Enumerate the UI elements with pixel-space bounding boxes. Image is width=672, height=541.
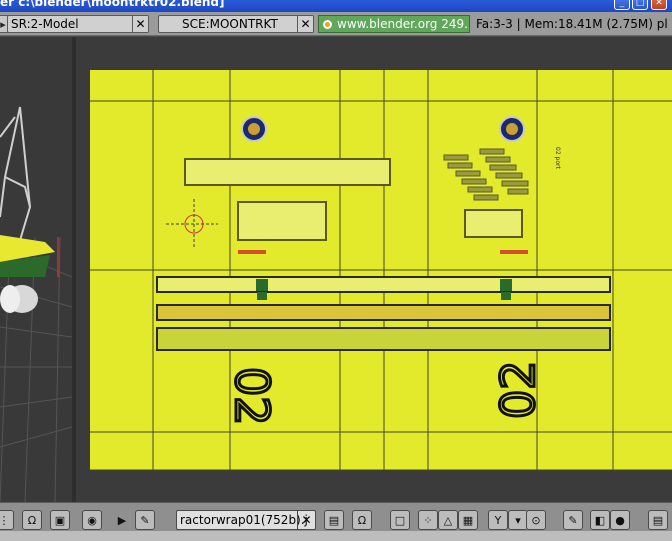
screen-field[interactable]: SR:2-Model ✕ [7, 15, 149, 33]
scene-delete-icon[interactable]: ✕ [297, 16, 313, 32]
window-title: er c:\blender\moontrktr02.blend] [0, 0, 225, 9]
maximize-button[interactable]: □ [632, 0, 648, 10]
hull-number-right: 02 [491, 360, 545, 419]
face-select-icon[interactable]: ▦ [458, 510, 478, 530]
options-icon[interactable]: ▤ [648, 510, 668, 530]
scene-stats: Fa:3-3 | Mem:18.41M (2.75M) pl [476, 17, 668, 31]
side-note: 02 port [554, 147, 561, 169]
uv-texture-canvas: 02 port 02 02 [90, 70, 672, 471]
ctrl-magnet-icon[interactable]: Ω [352, 510, 372, 530]
minimize-button[interactable]: _ [614, 0, 630, 10]
y-icon[interactable]: Y [488, 510, 508, 530]
triangle-icon[interactable]: △ [438, 510, 458, 530]
blender-window: er c:\blender\moontrktr02.blend] _ □ ✕ ▸… [0, 0, 672, 541]
3d-scene-drawing [0, 106, 72, 502]
image-icon[interactable]: ▤ [324, 510, 344, 530]
close-window-button[interactable]: ✕ [651, 0, 667, 10]
image-delete-icon[interactable]: ✕ [297, 511, 315, 529]
scene-field-label: SCE:MOONTRKT [182, 17, 278, 31]
lasso-icon[interactable]: ⊙ [526, 510, 546, 530]
3d-viewport[interactable] [0, 37, 72, 502]
pin-icon[interactable]: ✎ [135, 510, 155, 530]
image-name-field[interactable]: ractorwrap01(752b).j ✕ [176, 510, 316, 530]
blender-logo-icon [323, 20, 332, 29]
dropdown-icon[interactable]: ▾ [508, 510, 528, 530]
scene-field[interactable]: SCE:MOONTRKT ✕ [158, 15, 314, 33]
view-toggle-icon[interactable]: ▣ [50, 510, 70, 530]
record-icon[interactable]: ● [610, 510, 630, 530]
image-name-label: ractorwrap01(752b).j [180, 513, 308, 527]
emblem-right-icon [499, 116, 525, 142]
screen-delete-icon[interactable]: ✕ [132, 16, 148, 32]
brush-icon[interactable]: ✎ [563, 510, 583, 530]
emblem-left-icon [241, 116, 267, 142]
hull-number-left: 02 [225, 367, 279, 426]
play-icon[interactable]: ▶ [112, 510, 132, 530]
blender-url-link[interactable]: www.blender.org 249.2 [318, 15, 470, 33]
square-icon[interactable]: □ [390, 510, 410, 530]
magnet-icon[interactable]: Ω [22, 510, 42, 530]
bottom-strip [0, 531, 672, 541]
mirror-icon[interactable]: ◧ [590, 510, 610, 530]
dots-left-icon[interactable]: ⋮ [0, 510, 14, 530]
vertex-select-icon[interactable]: ⁘ [418, 510, 438, 530]
url-label: www.blender.org 249.2 [337, 17, 470, 31]
view-menu-icon[interactable]: ◉ [82, 510, 102, 530]
title-bar: er c:\blender\moontrktr02.blend] _ □ ✕ [0, 0, 672, 12]
screen-field-label: SR:2-Model [11, 17, 79, 31]
info-header: ▸ SR:2-Model ✕ SCE:MOONTRKT ✕ www.blende… [0, 12, 672, 36]
uv-image-editor[interactable]: 02 port 02 02 [76, 37, 672, 502]
